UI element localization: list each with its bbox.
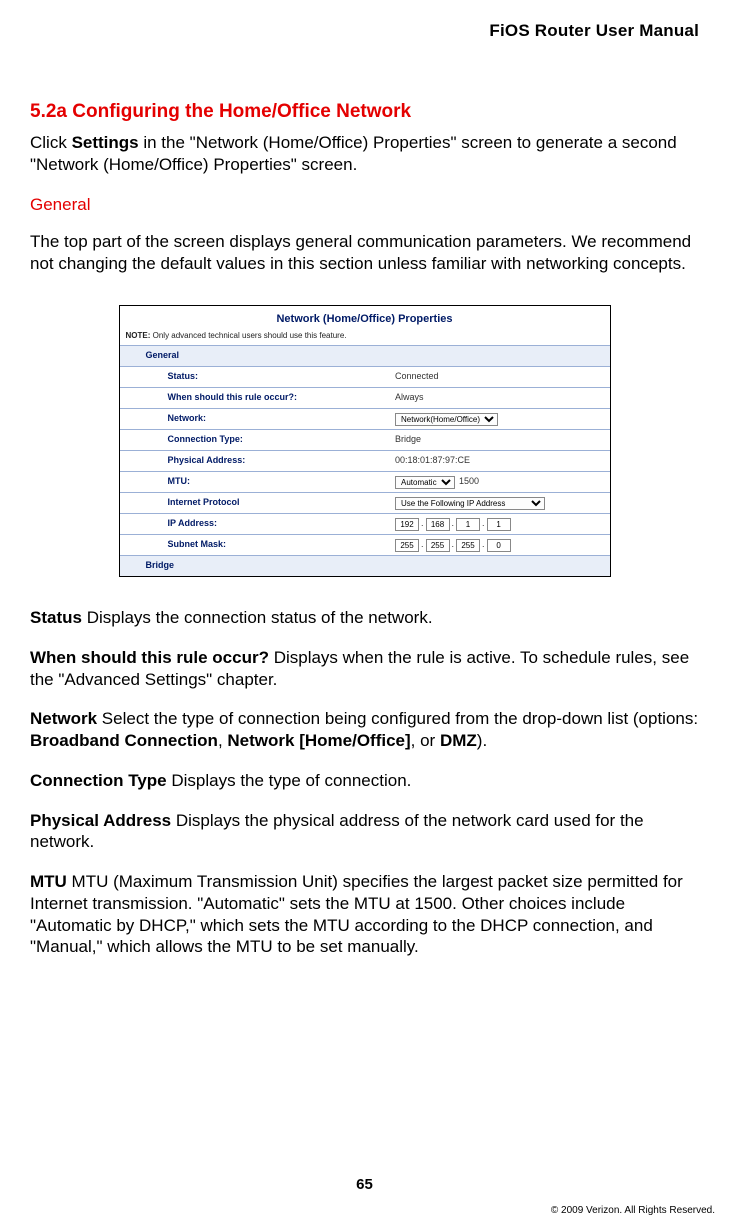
rule-label: When should this rule occur?: — [120, 388, 390, 409]
def-phys-b: Physical Address — [30, 811, 171, 830]
def-status-b: Status — [30, 608, 82, 627]
row-physaddr: Physical Address: 00:18:01:87:97:CE — [120, 451, 610, 472]
group-general-label: General — [120, 346, 610, 367]
panel-note: NOTE: Only advanced technical users shou… — [120, 329, 610, 345]
mask-octet-3[interactable] — [456, 539, 480, 552]
doc-header-title: FiOS Router User Manual — [30, 20, 699, 42]
ip-octets: . . . — [395, 518, 511, 531]
ip-octet-3[interactable] — [456, 518, 480, 531]
def-net-t2: ). — [477, 731, 487, 750]
group-general-row: General — [120, 346, 610, 367]
mask-label: Subnet Mask: — [120, 535, 390, 556]
ipaddr-label: IP Address: — [120, 514, 390, 535]
mtu-label: MTU: — [120, 472, 390, 493]
def-conntype: Connection Type Displays the type of con… — [30, 770, 699, 792]
def-ctype-t: Displays the type of connection. — [167, 771, 412, 790]
row-inetproto: Internet Protocol Use the Following IP A… — [120, 493, 610, 514]
panel-note-bold: NOTE: — [126, 331, 151, 340]
def-phys: Physical Address Displays the physical a… — [30, 810, 699, 854]
status-label: Status: — [120, 367, 390, 388]
row-ipaddr: IP Address: . . . — [120, 514, 610, 535]
def-rule: When should this rule occur? Displays wh… — [30, 647, 699, 691]
group-bridge-row: Bridge — [120, 556, 610, 577]
conntype-value: Bridge — [389, 430, 610, 451]
def-mtu: MTU MTU (Maximum Transmission Unit) spec… — [30, 871, 699, 958]
def-mtu-b: MTU — [30, 872, 67, 891]
def-status: Status Displays the connection status of… — [30, 607, 699, 629]
row-mask: Subnet Mask: . . . — [120, 535, 610, 556]
def-network: Network Select the type of connection be… — [30, 708, 699, 752]
def-net-t1: Select the type of connection being conf… — [97, 709, 698, 728]
ip-octet-2[interactable] — [426, 518, 450, 531]
mtu-select[interactable]: Automatic — [395, 476, 455, 489]
page-number: 65 — [0, 1175, 729, 1194]
copyright: © 2009 Verizon. All Rights Reserved. — [551, 1205, 715, 1218]
row-conntype: Connection Type: Bridge — [120, 430, 610, 451]
mask-octets: . . . — [395, 539, 511, 552]
properties-table: General Status: Connected When should th… — [120, 345, 610, 576]
mask-octet-4[interactable] — [487, 539, 511, 552]
def-rule-b: When should this rule occur? — [30, 648, 269, 667]
mtu-number: 1500 — [459, 476, 479, 488]
panel-title: Network (Home/Office) Properties — [120, 306, 610, 329]
def-net-sep2: , or — [411, 731, 440, 750]
inetproto-label: Internet Protocol — [120, 493, 390, 514]
ip-octet-4[interactable] — [487, 518, 511, 531]
section-heading: 5.2a Configuring the Home/Office Network — [30, 100, 699, 124]
def-net-b: Network — [30, 709, 97, 728]
def-mtu-t: MTU (Maximum Transmission Unit) specifie… — [30, 872, 683, 956]
network-label: Network: — [120, 409, 390, 430]
group-bridge-label: Bridge — [120, 556, 610, 577]
def-net-sep1: , — [218, 731, 227, 750]
inetproto-select[interactable]: Use the Following IP Address — [395, 497, 545, 510]
row-status: Status: Connected — [120, 367, 610, 388]
mask-octet-2[interactable] — [426, 539, 450, 552]
intro-bold: Settings — [72, 133, 139, 152]
intro-prefix: Click — [30, 133, 72, 152]
def-ctype-b: Connection Type — [30, 771, 167, 790]
general-subheading: General — [30, 194, 699, 216]
def-net-opt1: Broadband Connection — [30, 731, 218, 750]
properties-panel: Network (Home/Office) Properties NOTE: O… — [119, 305, 611, 577]
mask-octet-1[interactable] — [395, 539, 419, 552]
row-mtu: MTU: Automatic 1500 — [120, 472, 610, 493]
conntype-label: Connection Type: — [120, 430, 390, 451]
intro-paragraph: Click Settings in the "Network (Home/Off… — [30, 132, 699, 176]
row-network: Network: Network(Home/Office) — [120, 409, 610, 430]
physaddr-label: Physical Address: — [120, 451, 390, 472]
ip-octet-1[interactable] — [395, 518, 419, 531]
network-select[interactable]: Network(Home/Office) — [395, 413, 498, 426]
general-paragraph: The top part of the screen displays gene… — [30, 231, 699, 275]
physaddr-value: 00:18:01:87:97:CE — [389, 451, 610, 472]
panel-note-text: Only advanced technical users should use… — [150, 331, 346, 340]
def-status-t: Displays the connection status of the ne… — [82, 608, 433, 627]
def-net-opt3: DMZ — [440, 731, 477, 750]
row-rule: When should this rule occur?: Always — [120, 388, 610, 409]
def-net-opt2: Network [Home/Office] — [227, 731, 410, 750]
status-value: Connected — [389, 367, 610, 388]
rule-value: Always — [389, 388, 610, 409]
